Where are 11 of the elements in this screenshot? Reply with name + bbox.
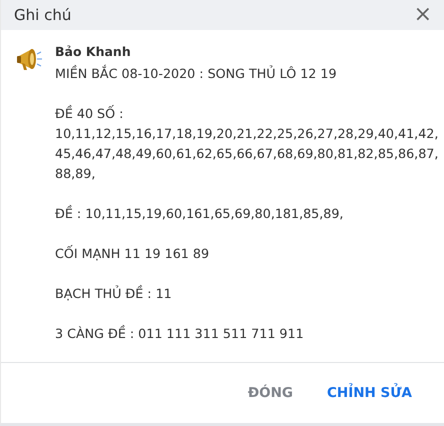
note-paragraph: ĐỀ 40 SỐ : 10,11,12,15,16,17,18,19,20,21,22,25,26,27,28,29,40,41,42, 45,46,47,48,49,60,61,62,65,66,67,68,69,80,81,82,85,86,87, 88,89, <box>55 104 438 183</box>
author-name: Bảo Khanh <box>55 44 132 60</box>
close-text-button[interactable]: ĐÓNG <box>248 381 294 405</box>
note-paragraph: CỐI MẠNH 11 19 161 89 <box>55 244 210 263</box>
note-paragraph: MIỀN BẮC 08-10-2020 : SONG THỦ LÔ 12 19 <box>55 64 338 83</box>
note-paragraph: ĐỀ : 10,11,15,19,60,161,65,69,80,181,85,89, <box>55 204 344 223</box>
dialog-title: Ghi chú <box>14 6 72 24</box>
edit-button[interactable]: CHỈNH SỬA <box>327 381 412 405</box>
note-paragraph: 3 CÀNG ĐỀ : 011 111 311 511 711 911 <box>55 324 305 343</box>
note-paragraph: BẠCH THỦ ĐỀ : 11 <box>55 284 173 303</box>
close-button[interactable]: × <box>414 4 432 26</box>
